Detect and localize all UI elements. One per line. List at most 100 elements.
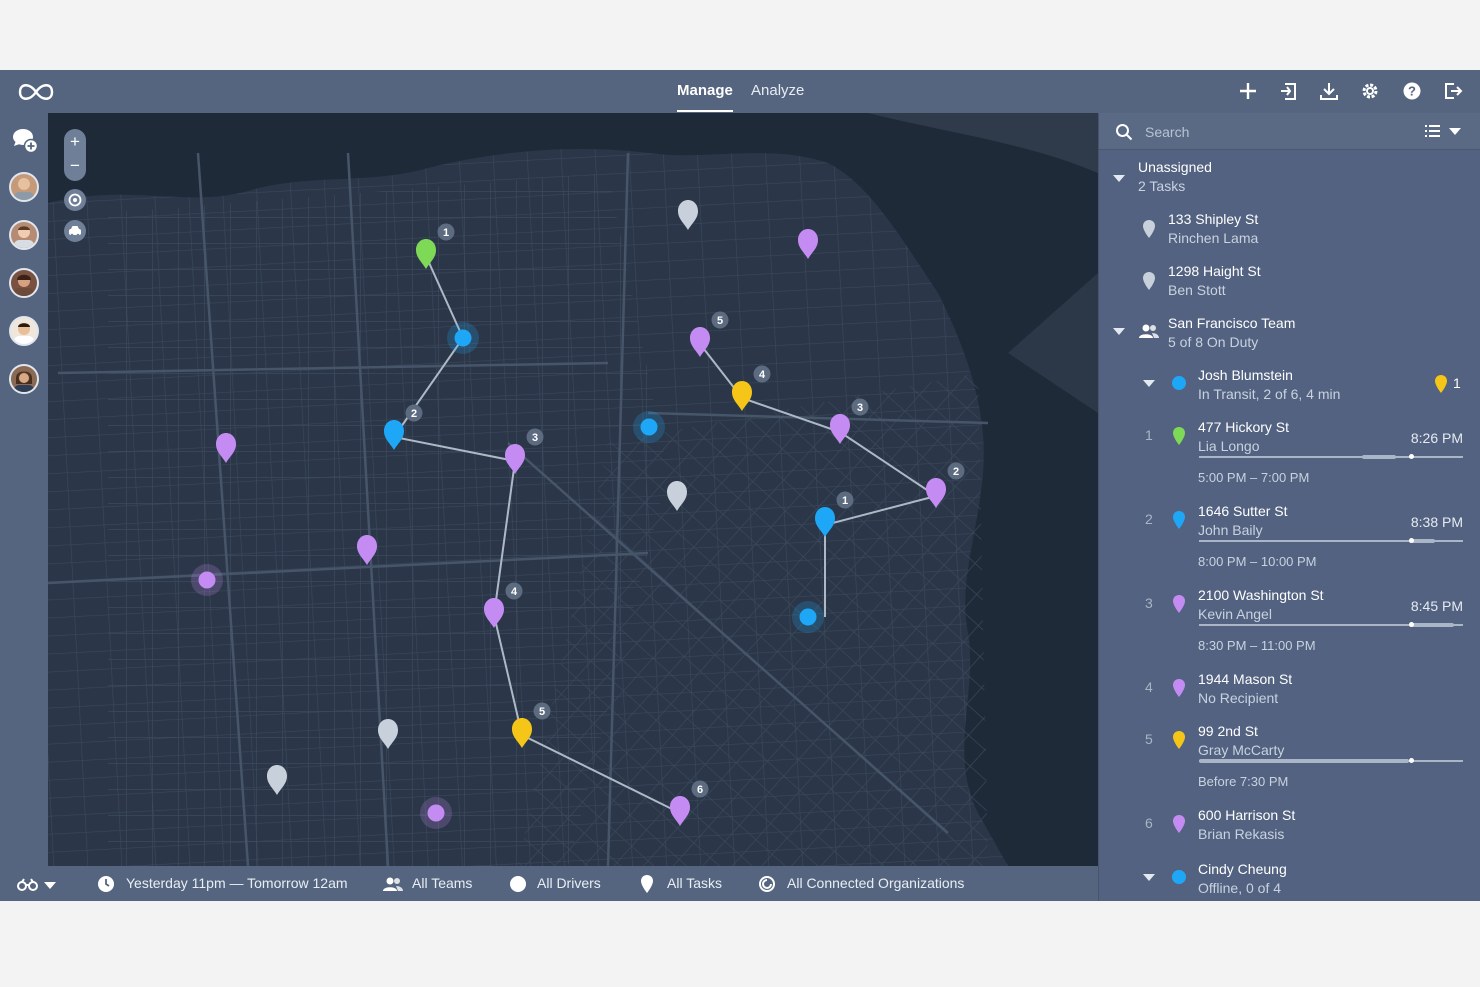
team-icon <box>1139 324 1159 338</box>
avatar[interactable] <box>9 316 39 346</box>
task-pin-icon <box>1173 595 1185 613</box>
top-bar: Manage Analyze ? <box>0 70 1480 113</box>
list-item[interactable]: 133 Shipley St Rinchen Lama <box>1099 209 1480 253</box>
task-row[interactable]: 4 1944 Mason St No Recipient <box>1099 669 1480 713</box>
time-window-bar <box>1199 622 1463 627</box>
pin-label: 5 <box>539 706 545 718</box>
avatar[interactable] <box>9 220 39 250</box>
unassigned-group[interactable]: Unassigned 2 Tasks <box>1099 157 1480 201</box>
time-window-segment <box>1362 455 1396 459</box>
map-view[interactable]: 1 2 3 4 5 6 1 2 3 4 5 + − <box>48 113 1098 866</box>
task-row[interactable]: 5 99 2nd St Gray McCarty Before 7:30 PM <box>1099 721 1480 801</box>
list-view-icon[interactable] <box>1425 124 1461 140</box>
task-recipient: Brian Rekasis <box>1198 826 1285 842</box>
task-recipient: No Recipient <box>1198 690 1279 706</box>
list-item[interactable]: 1298 Haight St Ben Stott <box>1099 261 1480 305</box>
task-recipient: Gray McCarty <box>1198 742 1285 758</box>
chevron-down-icon[interactable] <box>1113 175 1125 182</box>
team-group[interactable]: San Francisco Team 5 of 8 On Duty <box>1099 313 1480 357</box>
task-pin-icon <box>1173 511 1185 529</box>
task-address: 477 Hickory St <box>1198 419 1290 435</box>
driver-status-icon <box>1172 376 1186 390</box>
task-index: 4 <box>1145 679 1153 695</box>
tab-manage[interactable]: Manage <box>677 82 733 112</box>
drivers-button[interactable] <box>64 220 86 242</box>
chevron-down-icon[interactable] <box>1143 380 1155 387</box>
driver-marker[interactable] <box>447 322 479 354</box>
task-row[interactable]: 6 600 Harrison St Brian Rekasis <box>1099 805 1480 849</box>
team-status: 5 of 8 On Duty <box>1168 334 1259 350</box>
teams-filter[interactable]: All Teams <box>412 875 472 891</box>
task-eta: 8:26 PM <box>1410 430 1463 446</box>
eta-marker <box>1409 454 1414 459</box>
time-range-filter[interactable]: Yesterday 11pm — Tomorrow 12am <box>126 875 348 891</box>
task-pin-icon <box>641 875 653 893</box>
task-recipient: Kevin Angel <box>1198 606 1272 622</box>
pin-label: 4 <box>759 369 766 381</box>
task-window: 5:00 PM – 7:00 PM <box>1198 470 1310 485</box>
chevron-down-icon[interactable] <box>1113 328 1125 335</box>
logo-icon[interactable] <box>14 80 58 104</box>
zoom-in-button[interactable]: + <box>64 131 86 153</box>
task-pin-icon <box>1173 427 1185 445</box>
zoom-out-button[interactable]: − <box>64 155 86 177</box>
avatar[interactable] <box>9 364 39 394</box>
task-row[interactable]: 1 477 Hickory St Lia Longo 8:26 PM 5:00 PM –… <box>1099 417 1480 497</box>
driver-name: Josh Blumstein <box>1198 367 1293 383</box>
yellow-pin-icon <box>1435 375 1447 393</box>
task-pin-icon <box>1173 815 1185 833</box>
driver-marker[interactable] <box>633 411 665 443</box>
task-row[interactable]: 2 1646 Sutter St John Baily 8:38 PM 8:00 PM … <box>1099 501 1480 581</box>
driver-status: Offline, 0 of 4 <box>1198 880 1282 896</box>
import-icon[interactable] <box>1278 80 1300 102</box>
task-recipient: Ben Stott <box>1168 282 1226 298</box>
logout-icon[interactable] <box>1442 80 1464 102</box>
driver-status: In Transit, 2 of 6, 4 min <box>1198 386 1341 402</box>
add-chat-icon[interactable] <box>10 127 40 155</box>
task-index: 1 <box>1145 427 1153 443</box>
avatar[interactable] <box>9 268 39 298</box>
drivers-filter[interactable]: All Drivers <box>537 875 601 891</box>
driver-row[interactable]: Cindy Cheung Offline, 0 of 4 <box>1099 859 1480 903</box>
search-row <box>1099 113 1480 150</box>
driver-marker[interactable] <box>420 797 452 829</box>
pin-label: 1 <box>443 227 449 239</box>
time-window-bar <box>1199 538 1463 543</box>
search-input[interactable] <box>1145 122 1405 142</box>
help-icon[interactable]: ? <box>1401 80 1423 102</box>
driver-name: Cindy Cheung <box>1198 861 1287 877</box>
tasks-filter[interactable]: All Tasks <box>667 875 722 891</box>
chevron-down-icon[interactable] <box>1143 874 1155 881</box>
driver-marker[interactable] <box>191 564 223 596</box>
gray-pin-icon <box>1143 272 1155 290</box>
task-index: 3 <box>1145 595 1153 611</box>
map-canvas: 1 2 3 4 5 6 1 2 3 4 5 <box>48 113 1098 866</box>
task-row[interactable]: 3 2100 Washington St Kevin Angel 8:45 PM 8:3… <box>1099 585 1480 665</box>
binoculars-icon[interactable] <box>17 877 57 893</box>
eta-marker <box>1409 538 1414 543</box>
driver-badge: 1 <box>1453 375 1461 391</box>
pin-label: 3 <box>857 402 863 414</box>
tab-analyze[interactable]: Analyze <box>751 82 804 99</box>
eta-marker <box>1409 622 1414 627</box>
task-window: 8:00 PM – 10:00 PM <box>1198 554 1317 569</box>
pin-label: 6 <box>697 784 703 796</box>
plus-icon[interactable] <box>1237 80 1259 102</box>
group-title: Unassigned <box>1138 159 1212 175</box>
download-icon[interactable] <box>1318 80 1340 102</box>
task-recipient: Rinchen Lama <box>1168 230 1259 246</box>
locate-button[interactable] <box>64 189 86 211</box>
gray-pin-icon <box>1143 220 1155 238</box>
pin-label: 3 <box>532 432 538 444</box>
task-pin-icon <box>1173 679 1185 697</box>
avatar[interactable] <box>9 172 39 202</box>
time-window-bar <box>1199 454 1463 459</box>
organizations-filter[interactable]: All Connected Organizations <box>787 875 964 891</box>
driver-row[interactable]: Josh Blumstein In Transit, 2 of 6, 4 min… <box>1099 365 1480 409</box>
driver-marker[interactable] <box>792 601 824 633</box>
svg-text:?: ? <box>1408 84 1416 99</box>
settings-icon[interactable] <box>1359 80 1381 102</box>
task-address: 1944 Mason St <box>1198 671 1293 687</box>
filter-bar: Yesterday 11pm — Tomorrow 12am All Teams… <box>0 866 1098 901</box>
task-recipient: John Baily <box>1198 522 1263 538</box>
